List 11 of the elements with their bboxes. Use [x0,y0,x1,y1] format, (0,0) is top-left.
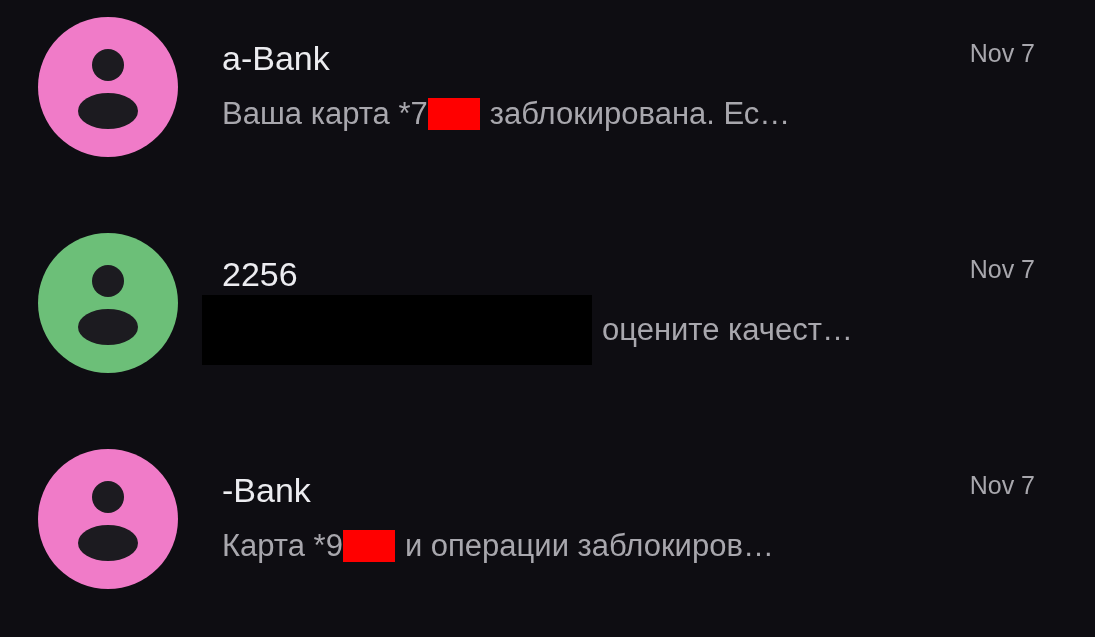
sender-name: 2256 [222,254,298,294]
message-preview: оцените качест… [602,311,853,348]
sender-name: -Bank [222,470,311,510]
message-preview: Карта *9 [222,527,343,564]
message-preview: и операции заблокиров… [404,527,774,564]
message-date: Nov 7 [969,470,1035,500]
message-date: Nov 7 [969,254,1035,284]
message-preview: заблокирована. Ес… [489,95,791,132]
message-preview: Ваша карта *7 [222,95,428,132]
message-date: Nov 7 [969,38,1035,68]
sender-name: a-Bank [222,38,330,78]
